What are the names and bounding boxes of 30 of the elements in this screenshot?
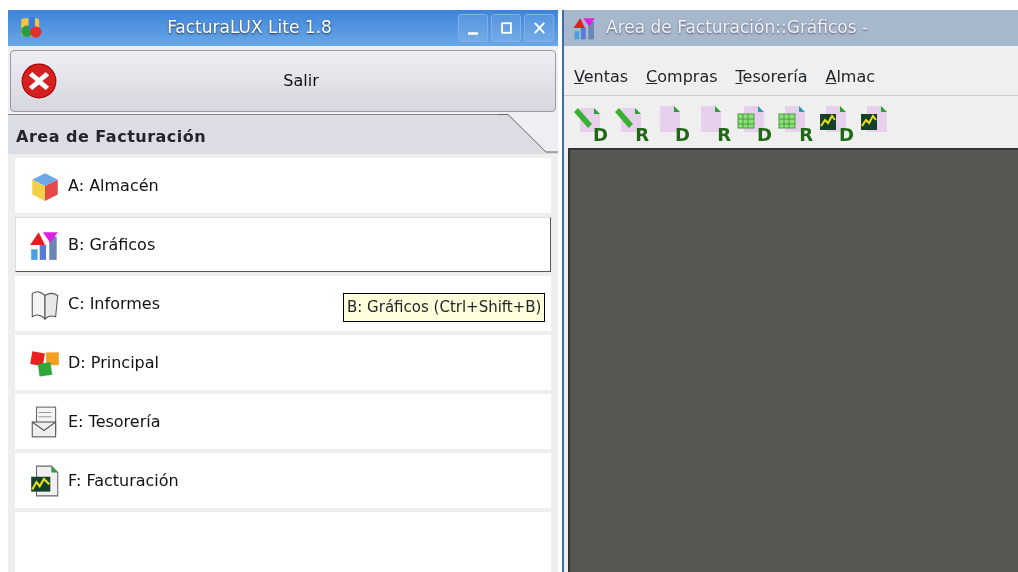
sidebar-item[interactable]: E: Tesorería [15, 394, 551, 449]
exit-icon [21, 63, 57, 99]
document-tool[interactable]: D [654, 104, 690, 140]
exit-button[interactable]: Salir [10, 50, 556, 112]
edit-document-tool[interactable]: R [613, 104, 649, 140]
grid-document-tool[interactable]: R [777, 104, 813, 140]
sidebar-item[interactable]: A: Almacén [15, 158, 551, 213]
menu-item[interactable]: Ventas [574, 64, 629, 89]
minimize-button[interactable] [458, 14, 488, 42]
menu-item[interactable]: Almac [825, 64, 876, 89]
sidebar-item[interactable]: D: Principal [15, 335, 551, 390]
chart-document-tool[interactable]: D [818, 104, 854, 140]
edit-document-tool[interactable]: D [572, 104, 608, 140]
maximize-button[interactable] [491, 14, 521, 42]
sidebar-item[interactable]: F: Facturación [15, 453, 551, 508]
window-title: Area de Facturación::Gráficos - [606, 16, 869, 40]
menu-item[interactable]: Compras [646, 64, 718, 89]
tab-corner [498, 114, 558, 154]
sidebar-item[interactable]: B: Gráficos [15, 217, 551, 272]
document-tool[interactable]: R [695, 104, 731, 140]
close-icon [533, 22, 545, 34]
window-title: FacturaLUX Lite 1.8 [166, 16, 333, 40]
minimize-icon [468, 31, 478, 35]
app-icon [18, 15, 44, 41]
close-button[interactable] [524, 14, 554, 42]
menu-item[interactable]: Tesorería [735, 64, 808, 89]
maximize-icon [500, 22, 512, 34]
chart-icon [572, 15, 598, 41]
grid-document-tool[interactable]: D [736, 104, 772, 140]
tooltip: B: Gráficos (Ctrl+Shift+B) [343, 293, 546, 322]
